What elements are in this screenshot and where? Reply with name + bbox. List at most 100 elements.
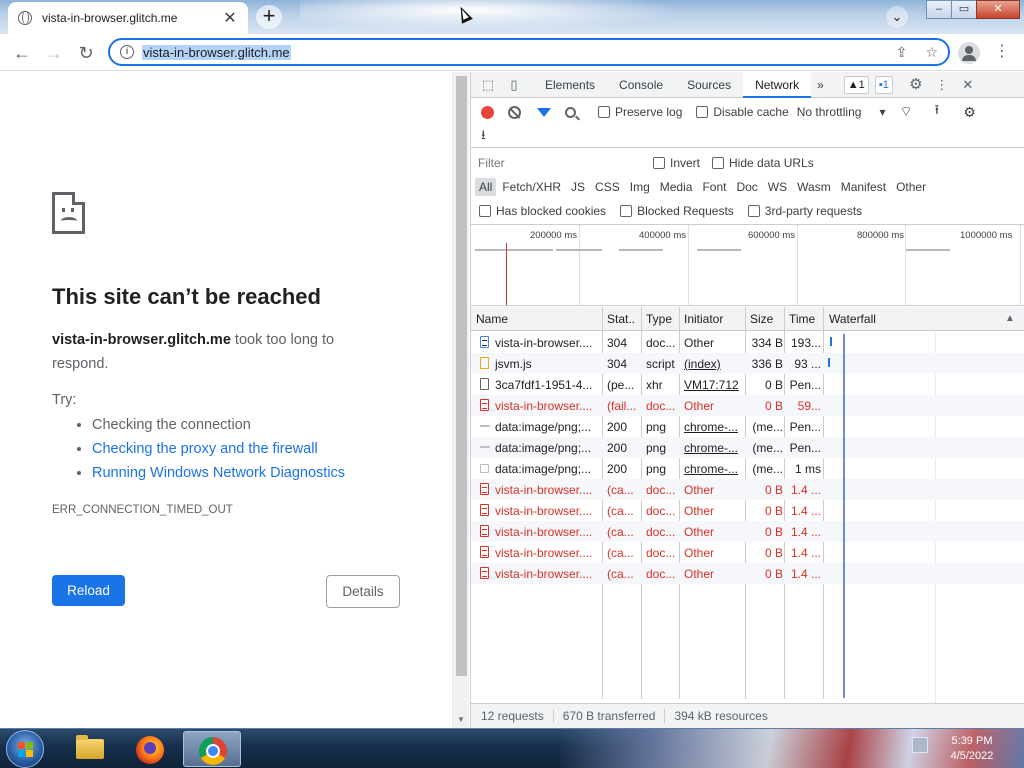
sort-arrow-icon[interactable]: ▲	[1005, 313, 1015, 324]
cell-initiator[interactable]: chrome-...	[684, 441, 744, 455]
devtools-close-icon[interactable]: ✕	[959, 76, 977, 94]
reload-button[interactable]: ↻	[73, 40, 99, 66]
clear-icon[interactable]	[508, 105, 521, 119]
scrollbar-thumb[interactable]	[456, 76, 467, 676]
col-waterfall[interactable]: Waterfall	[829, 312, 876, 326]
reload-page-button[interactable]: Reload	[52, 575, 125, 606]
url-text[interactable]: vista-in-browser.glitch.me	[142, 44, 291, 60]
type-css[interactable]: CSS	[591, 178, 624, 196]
bookmark-star-icon[interactable]: ☆	[925, 44, 938, 61]
export-har-icon[interactable]: ⭳	[481, 126, 486, 148]
profile-avatar[interactable]	[958, 42, 980, 64]
tab-sources[interactable]: Sources	[675, 72, 743, 98]
cell-initiator[interactable]: VM17:712	[684, 378, 744, 392]
type-media[interactable]: Media	[656, 178, 697, 196]
table-row[interactable]: vista-in-browser.... (ca... doc... Other 0 B…	[471, 563, 1024, 584]
tab-console[interactable]: Console	[607, 72, 675, 98]
share-icon[interactable]: ⇪	[896, 44, 908, 61]
message-badge[interactable]: ▪1	[874, 75, 893, 94]
browser-tab[interactable]: vista-in-browser.glitch.me ✕	[8, 2, 248, 34]
filter-input[interactable]	[475, 154, 639, 172]
cell-initiator[interactable]: (index)	[684, 357, 744, 371]
blocked-requests-checkbox[interactable]: Blocked Requests	[620, 204, 734, 218]
start-button[interactable]	[6, 730, 44, 768]
new-tab-button[interactable]: +	[256, 5, 282, 29]
cell-name: data:image/png;...	[495, 420, 592, 434]
type-ws[interactable]: WS	[764, 178, 791, 196]
taskbar-chrome[interactable]	[183, 731, 241, 767]
inspect-element-icon[interactable]: ⬚	[479, 76, 497, 94]
table-row[interactable]: vista-in-browser.... (ca... doc... Other 0 B…	[471, 521, 1024, 542]
cell-status: 200	[607, 462, 628, 476]
back-button[interactable]: ←	[9, 40, 35, 66]
col-size[interactable]: Size	[750, 312, 773, 326]
cell-initiator[interactable]: chrome-...	[684, 462, 744, 476]
table-row[interactable]: data:image/png;... 200 png chrome-... (me...…	[471, 416, 1024, 437]
window-close-button[interactable]: ✕	[976, 0, 1020, 19]
cell-initiator[interactable]: chrome-...	[684, 420, 744, 434]
type-js[interactable]: JS	[567, 178, 589, 196]
table-row[interactable]: vista-in-browser.... (ca... doc... Other 0 B…	[471, 500, 1024, 521]
table-row[interactable]: 3ca7fdf1-1951-4... (pe... xhr VM17:712 0 B Pe…	[471, 374, 1024, 395]
network-overview[interactable]: 200000 ms 400000 ms 600000 ms 800000 ms …	[471, 224, 1024, 306]
taskbar-clock[interactable]: 5:39 PM 4/5/2022	[946, 734, 998, 764]
info-icon[interactable]: i	[120, 45, 134, 59]
table-row[interactable]: data:image/png;... 200 png chrome-... (me...…	[471, 437, 1024, 458]
col-time[interactable]: Time	[789, 312, 815, 326]
type-font[interactable]: Font	[698, 178, 730, 196]
hide-data-urls-checkbox[interactable]: Hide data URLs	[712, 156, 814, 170]
import-har-icon[interactable]: ⭱	[935, 101, 940, 123]
page-scrollbar[interactable]: ▼	[452, 72, 469, 728]
network-tray-icon[interactable]	[912, 737, 928, 753]
third-party-checkbox[interactable]: 3rd-party requests	[747, 204, 862, 218]
table-row[interactable]: vista-in-browser.... 304 doc... Other 334 B 1…	[471, 332, 1024, 353]
type-other[interactable]: Other	[892, 178, 930, 196]
device-toolbar-icon[interactable]: ▯	[505, 76, 523, 94]
suggestion-link-proxy[interactable]: Checking the proxy and the firewall	[92, 437, 345, 461]
table-row[interactable]: data:image/png;... 200 png chrome-... (me...…	[471, 458, 1024, 479]
cell-name: vista-in-browser....	[495, 567, 593, 581]
address-bar[interactable]: i vista-in-browser.glitch.me ⇪ ☆	[108, 38, 950, 66]
table-row[interactable]: vista-in-browser.... (ca... doc... Other 0 B…	[471, 479, 1024, 500]
warning-badge[interactable]: ▲1	[843, 75, 869, 94]
scroll-down-icon[interactable]: ▼	[457, 715, 465, 724]
type-manifest[interactable]: Manifest	[837, 178, 890, 196]
tab-close-icon[interactable]: ✕	[222, 8, 238, 28]
more-tabs-icon[interactable]: »	[811, 72, 830, 98]
type-fetch-xhr[interactable]: Fetch/XHR	[498, 178, 565, 196]
table-row[interactable]: jsvm.js 304 script (index) 336 B 93 ...	[471, 353, 1024, 374]
forward-button[interactable]: →	[41, 40, 67, 66]
details-button[interactable]: Details	[326, 575, 400, 608]
chrome-menu-icon[interactable]: ⋮	[994, 42, 1010, 62]
type-img[interactable]: Img	[626, 178, 654, 196]
network-settings-icon[interactable]: ⚙	[963, 104, 976, 121]
taskbar-firefox[interactable]	[121, 731, 179, 767]
disable-cache-checkbox[interactable]: Disable cache	[696, 105, 789, 119]
settings-gear-icon[interactable]: ⚙	[907, 76, 925, 94]
tab-elements[interactable]: Elements	[533, 72, 607, 98]
tab-search-button[interactable]: ⌄	[886, 6, 908, 28]
col-name[interactable]: Name	[476, 312, 508, 326]
search-icon[interactable]	[565, 106, 576, 118]
preserve-log-checkbox[interactable]: Preserve log	[598, 105, 682, 119]
taskbar-explorer[interactable]	[60, 731, 118, 767]
col-initiator[interactable]: Initiator	[684, 312, 723, 326]
tab-network[interactable]: Network	[743, 71, 812, 98]
maximize-button[interactable]: ▭	[951, 0, 977, 19]
blocked-cookies-checkbox[interactable]: Has blocked cookies	[479, 204, 606, 218]
record-icon[interactable]	[481, 105, 494, 119]
type-wasm[interactable]: Wasm	[793, 178, 835, 196]
throttling-select[interactable]: No throttling ▾	[797, 105, 886, 119]
minimize-button[interactable]: –	[926, 0, 952, 19]
col-status[interactable]: Stat..	[607, 312, 635, 326]
filter-icon[interactable]	[537, 107, 551, 117]
devtools-menu-icon[interactable]: ⋮	[933, 76, 951, 94]
table-row[interactable]: vista-in-browser.... (ca... doc... Other 0 B…	[471, 542, 1024, 563]
type-all[interactable]: All	[475, 178, 497, 196]
table-row[interactable]: vista-in-browser.... (fail... doc... Other 0…	[471, 395, 1024, 416]
col-type[interactable]: Type	[646, 312, 672, 326]
invert-checkbox[interactable]: Invert	[653, 156, 700, 170]
network-conditions-icon[interactable]: ⌔	[899, 103, 912, 121]
suggestion-link-diagnostics[interactable]: Running Windows Network Diagnostics	[92, 461, 345, 485]
type-doc[interactable]: Doc	[732, 178, 761, 196]
